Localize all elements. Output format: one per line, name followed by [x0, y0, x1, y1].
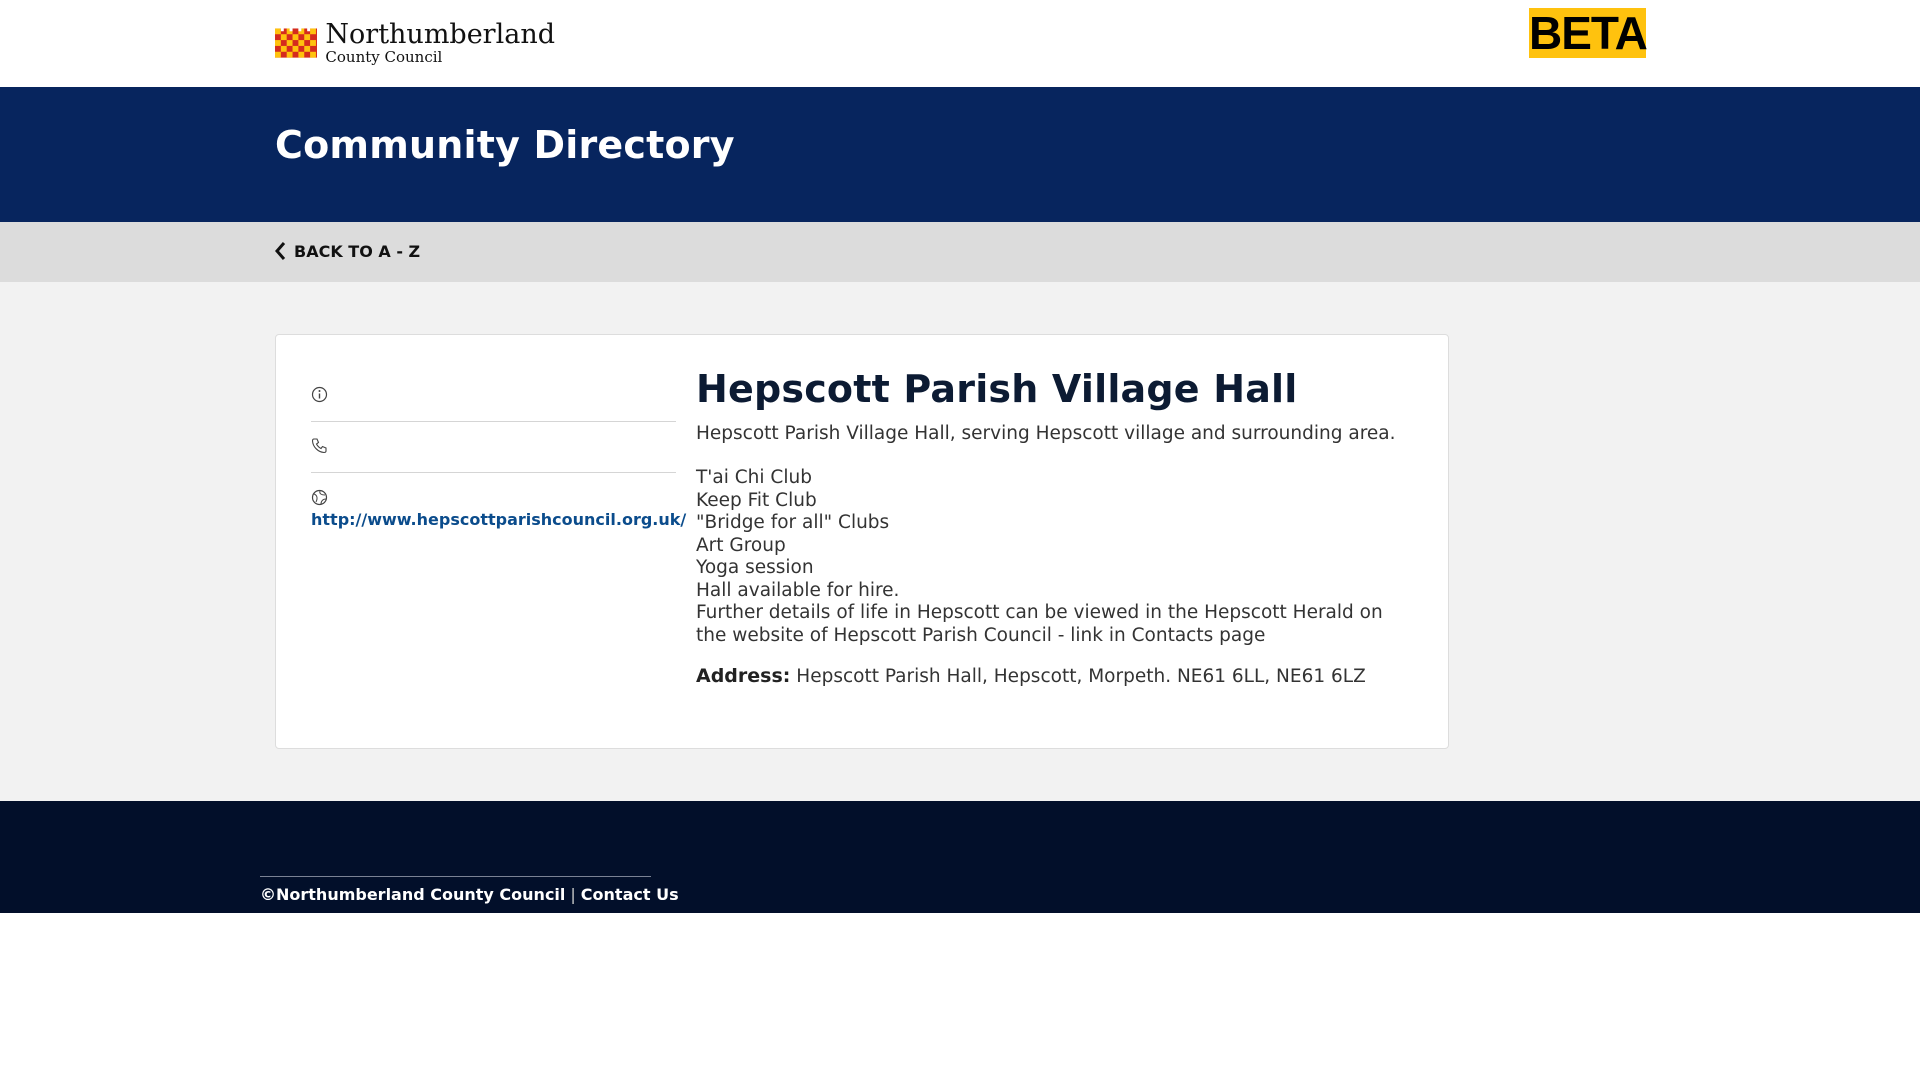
contact-us-link[interactable]: Contact Us: [581, 885, 679, 904]
description-line: Yoga session: [696, 557, 814, 579]
back-link-label: BACK TO A - Z: [294, 241, 421, 261]
address-label: Address:: [696, 665, 791, 688]
description-line: Keep Fit Club: [696, 489, 817, 511]
phone-icon: [311, 438, 327, 454]
contact-details: http://www.hepscottparishcouncil.org.uk/: [311, 371, 686, 529]
footer-copyright: ©Northumberland County Council: [260, 885, 566, 904]
description-line: Hall available for hire.: [696, 579, 900, 601]
breadcrumb-bar: BACK TO A - Z: [0, 222, 1920, 282]
listing-description: Hepscott Parish Village Hall, serving He…: [696, 423, 1396, 648]
site-footer: ©Northumberland County Council | Contact…: [0, 801, 1920, 913]
contact-row-info: [311, 371, 676, 422]
listing-title: Hepscott Parish Village Hall: [696, 367, 1298, 411]
info-icon: [311, 386, 328, 403]
globe-icon: [311, 489, 328, 506]
logo-name: Northumberland: [325, 19, 555, 50]
page-title: Community Directory: [275, 123, 735, 167]
beta-badge: BETA: [1529, 7, 1648, 59]
footer-divider: [260, 876, 651, 877]
top-header: Northumberland County Council BETA: [0, 0, 1920, 87]
description-line: "Bridge for all" Clubs: [696, 512, 890, 534]
website-link[interactable]: http://www.hepscottparishcouncil.org.uk/: [311, 510, 686, 529]
footer-separator: |: [570, 885, 576, 904]
contact-row-website: http://www.hepscottparishcouncil.org.uk/: [311, 473, 686, 529]
description-line: Art Group: [696, 534, 786, 556]
description-line: T'ai Chi Club: [696, 467, 812, 489]
northumberland-flag-icon: [275, 26, 318, 58]
chevron-left-icon: [275, 242, 286, 260]
back-to-a-z-link[interactable]: BACK TO A - Z: [274, 241, 420, 261]
council-logo[interactable]: Northumberland County Council: [275, 20, 555, 66]
footer-links: ©Northumberland County Council | Contact…: [260, 885, 679, 904]
listing-address: Address: Hepscott Parish Hall, Hepscott,…: [696, 665, 1396, 687]
listing-details: Hepscott Parish Village Hall Hepscott Pa…: [696, 367, 1396, 687]
description-line: Further details of life in Hepscott can …: [696, 602, 1383, 646]
description-intro: Hepscott Parish Village Hall, serving He…: [696, 422, 1396, 444]
address-value: Hepscott Parish Hall, Hepscott, Morpeth.…: [796, 666, 1366, 688]
listing-card: http://www.hepscottparishcouncil.org.uk/…: [275, 334, 1449, 749]
contact-row-phone: [311, 422, 676, 473]
logo-subtitle: County Council: [325, 48, 443, 66]
hero-banner: Community Directory: [0, 87, 1920, 222]
